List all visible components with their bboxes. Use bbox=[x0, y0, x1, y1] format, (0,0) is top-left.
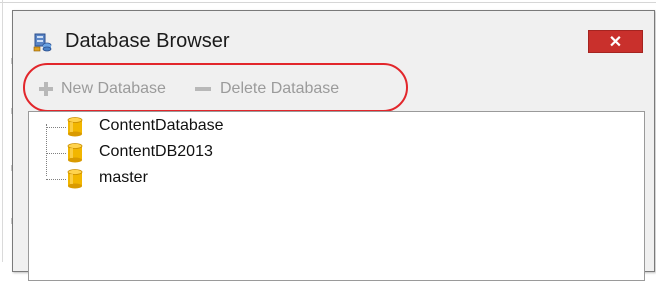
new-database-label: New Database bbox=[61, 80, 166, 97]
plus-icon bbox=[37, 80, 55, 98]
minus-icon bbox=[194, 80, 212, 98]
database-icon bbox=[67, 143, 83, 163]
tree-connector bbox=[46, 127, 66, 128]
window-title: Database Browser bbox=[65, 30, 230, 52]
close-icon: ✕ bbox=[608, 33, 623, 51]
database-icon bbox=[67, 169, 83, 189]
toolbar: New Database Delete Database bbox=[13, 69, 654, 111]
tree-item-label: ContentDB2013 bbox=[99, 143, 213, 160]
tree-item-contentdb2013[interactable]: ContentDB2013 bbox=[29, 141, 269, 165]
delete-database-button[interactable]: Delete Database bbox=[194, 79, 339, 99]
database-browser-icon bbox=[33, 33, 52, 52]
tree-item-master[interactable]: master bbox=[29, 167, 269, 191]
title-bar[interactable]: Database Browser ✕ bbox=[13, 11, 654, 66]
database-tree[interactable]: ContentDatabase ContentDB2013 master bbox=[28, 111, 645, 281]
tree-connector bbox=[46, 179, 66, 180]
database-icon bbox=[67, 117, 83, 137]
background-line bbox=[0, 2, 656, 3]
delete-database-label: Delete Database bbox=[220, 80, 340, 97]
tree-item-label: master bbox=[99, 169, 148, 186]
tree-connector bbox=[46, 153, 66, 154]
background-line bbox=[2, 0, 3, 262]
database-browser-window: Database Browser ✕ New Database Delete D… bbox=[12, 10, 655, 281]
close-button[interactable]: ✕ bbox=[588, 30, 643, 53]
tree-item-label: ContentDatabase bbox=[99, 117, 224, 134]
new-database-button[interactable]: New Database bbox=[37, 79, 166, 99]
tree-item-contentdatabase[interactable]: ContentDatabase bbox=[29, 115, 269, 139]
